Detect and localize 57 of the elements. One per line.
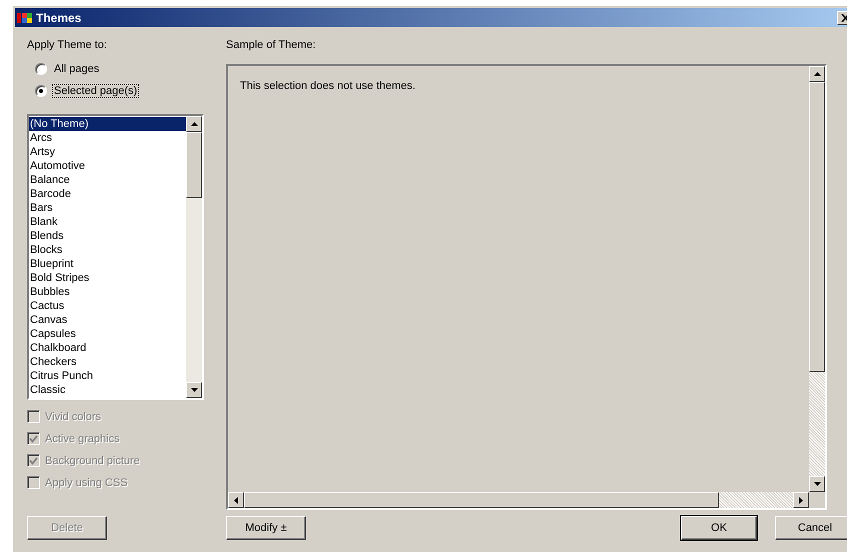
checkbox-label: Background picture	[45, 454, 140, 466]
checkbox-label: Vivid colors	[45, 410, 102, 422]
scroll-thumb[interactable]	[809, 82, 825, 372]
theme-list-item[interactable]: Chalkboard	[29, 341, 186, 355]
theme-list-item[interactable]: Bars	[29, 201, 186, 215]
scroll-up-button[interactable]	[809, 66, 825, 82]
theme-list-item[interactable]: Blueprint	[29, 257, 186, 271]
theme-list-item[interactable]: Citrus Punch	[29, 369, 186, 383]
preview-message: This selection does not use themes.	[240, 80, 416, 92]
theme-list-item[interactable]: Automotive	[29, 159, 186, 173]
close-icon	[840, 14, 847, 22]
radio-button[interactable]	[35, 62, 47, 74]
theme-list-item[interactable]: Blank	[29, 215, 186, 229]
theme-list-item[interactable]: (No Theme)	[29, 117, 186, 131]
radio-label: All pages	[53, 62, 100, 76]
radio-button[interactable]	[35, 84, 47, 96]
theme-list-item[interactable]: Blends	[29, 229, 186, 243]
theme-list-item[interactable]: Bubbles	[29, 285, 186, 299]
scroll-left-button[interactable]	[228, 492, 244, 508]
modify-button[interactable]: Modify ±	[226, 516, 306, 540]
scroll-thumb[interactable]	[186, 132, 202, 198]
theme-list-item[interactable]: Artsy	[29, 145, 186, 159]
scroll-down-button[interactable]	[186, 382, 202, 398]
scroll-up-button[interactable]	[186, 116, 202, 132]
right-arrow-icon	[799, 496, 803, 504]
left-arrow-icon	[234, 496, 238, 504]
apply-theme-label: Apply Theme to:	[27, 38, 108, 52]
radio-option[interactable]: All pages	[35, 62, 204, 75]
theme-list-item[interactable]: Classic	[29, 383, 186, 397]
radio-option[interactable]: Selected page(s)	[35, 84, 204, 97]
scroll-right-button[interactable]	[793, 492, 809, 508]
down-arrow-icon	[814, 482, 820, 486]
checkbox-label: Active graphics	[45, 432, 120, 444]
theme-list-item[interactable]: Blocks	[29, 243, 186, 257]
scroll-thumb[interactable]	[244, 492, 719, 508]
theme-list-item[interactable]: Bold Stripes	[29, 271, 186, 285]
radio-label: Selected page(s)	[52, 84, 140, 98]
down-arrow-icon	[190, 388, 198, 392]
vertical-scrollbar[interactable]	[809, 66, 825, 492]
theme-list-item[interactable]: Canvas	[29, 313, 186, 327]
vertical-scrollbar[interactable]	[186, 116, 202, 398]
up-arrow-icon	[814, 72, 820, 76]
up-arrow-icon	[190, 122, 198, 126]
scroll-down-button[interactable]	[809, 476, 825, 492]
checkbox-label: Apply using CSS	[45, 476, 128, 488]
theme-list[interactable]: (No Theme) Arcs Artsy Automotive Balance Barcode Bars Blank Blends Blocks Blueprint Bold Stripes Bubbles Cactus Canvas Capsules Chalkboard Checkers Citrus Punch Classic	[27, 114, 204, 400]
ok-button[interactable]: OK	[681, 516, 757, 540]
theme-list-item[interactable]: Cactus	[29, 299, 186, 313]
cancel-button[interactable]: Cancel	[775, 516, 847, 540]
theme-list-item[interactable]: Barcode	[29, 187, 186, 201]
theme-list-item[interactable]: Capsules	[29, 327, 186, 341]
theme-list-item[interactable]: Arcs	[29, 131, 186, 145]
window-title: Themes	[36, 10, 82, 24]
app-icon	[17, 10, 33, 24]
theme-list-item[interactable]: Checkers	[29, 355, 186, 369]
sample-label: Sample of Theme:	[226, 38, 317, 52]
theme-list-item[interactable]: Balance	[29, 173, 186, 187]
